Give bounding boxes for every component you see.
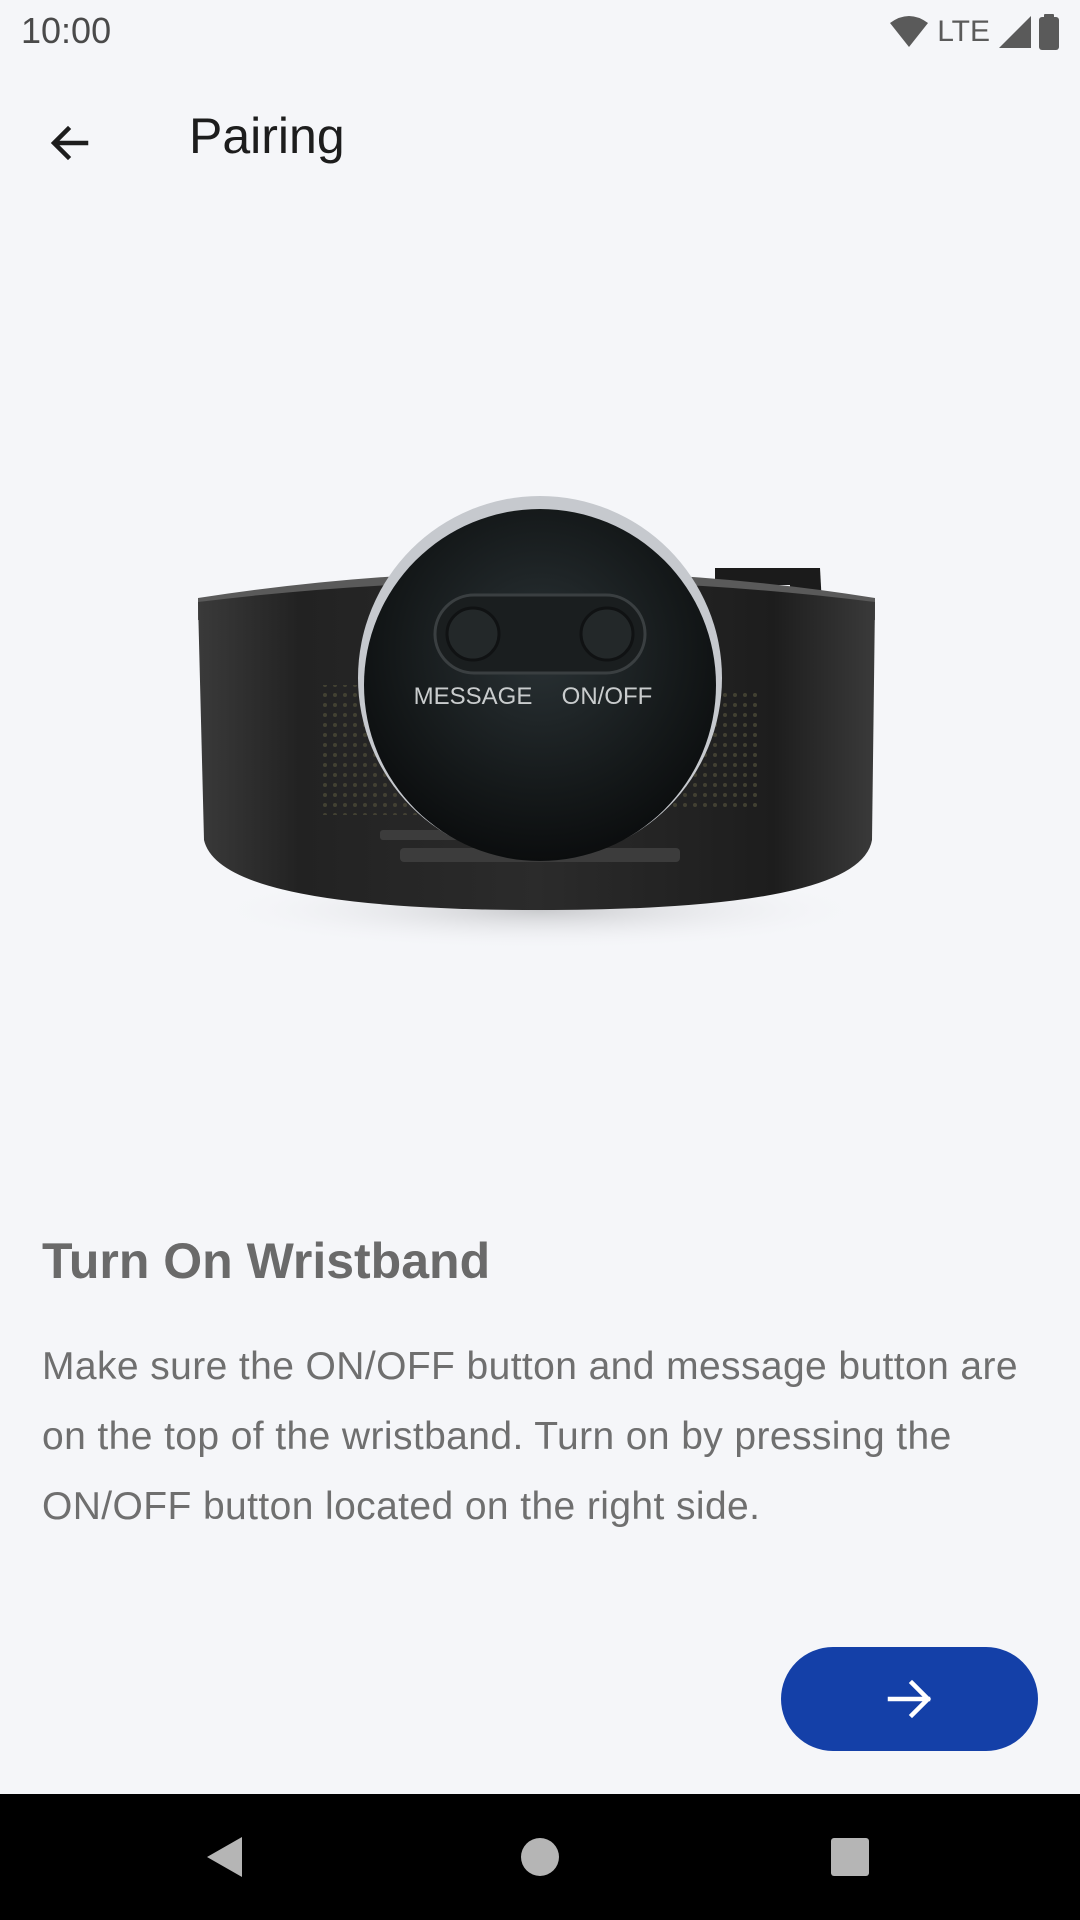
app-bar: Pairing	[0, 63, 1080, 213]
nav-recents-button[interactable]	[790, 1794, 910, 1920]
navigation-bar	[0, 1794, 1080, 1920]
page-title: Pairing	[189, 108, 345, 164]
back-button[interactable]	[30, 103, 110, 183]
network-type: LTE	[937, 15, 990, 48]
status-icons: LTE	[889, 12, 1060, 52]
instructions-text: Make sure the ON/OFF button and message …	[42, 1345, 1018, 1528]
section-title: Turn On Wristband	[42, 1233, 491, 1289]
status-time: 10:00	[21, 10, 112, 51]
cellular-signal-icon	[999, 16, 1031, 48]
battery-icon	[1039, 14, 1059, 50]
arrow-right-icon	[887, 1679, 931, 1719]
nav-back-button[interactable]	[165, 1794, 285, 1920]
wifi-icon	[890, 16, 929, 47]
wristband-image: MESSAGE ON/OFF	[198, 496, 875, 950]
status-bar: 10:00 LTE	[0, 0, 1080, 63]
message-label: MESSAGE	[414, 683, 533, 710]
arrow-left-icon	[50, 125, 89, 161]
nav-home-button[interactable]	[480, 1794, 600, 1920]
on-off-label: ON/OFF	[562, 683, 653, 710]
back-triangle-icon	[207, 1837, 242, 1877]
recents-square-icon	[831, 1838, 869, 1876]
next-button[interactable]	[781, 1647, 1038, 1751]
home-circle-icon	[521, 1838, 559, 1876]
